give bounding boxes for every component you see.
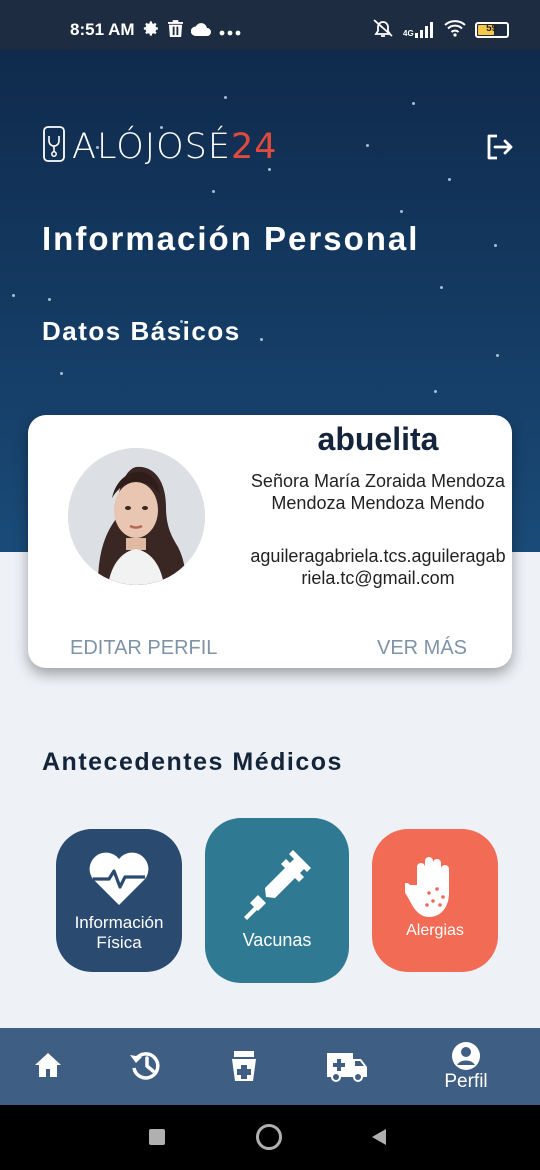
tile-physical-info[interactable]: Información Física bbox=[56, 829, 182, 972]
system-nav-bar bbox=[0, 1105, 540, 1170]
heart-pulse-icon bbox=[56, 851, 182, 907]
home-button[interactable] bbox=[256, 1124, 282, 1150]
back-button[interactable] bbox=[370, 1127, 388, 1151]
profile-card: abuelita Señora María Zoraida Mendoza Me… bbox=[28, 415, 512, 668]
tile-vaccines-label: Vacunas bbox=[242, 930, 312, 950]
edit-profile-button[interactable]: EDITAR PERFIL bbox=[70, 637, 217, 660]
history-icon bbox=[128, 1047, 166, 1083]
status-bar: 8:51 AM 4G 59 bbox=[0, 0, 540, 50]
tile-allergies-label: Alergias bbox=[406, 922, 464, 939]
status-left-icons bbox=[143, 20, 241, 41]
syringe-icon bbox=[205, 848, 349, 920]
logo-number: 24 bbox=[230, 127, 278, 167]
app-logo: ALÓJOSÉ 24 bbox=[42, 126, 278, 168]
section-title-basic-data: Datos Básicos bbox=[42, 316, 241, 346]
tile-allergies[interactable]: Alergias bbox=[372, 829, 498, 972]
section-title-medical-history: Antecedentes Médicos bbox=[42, 748, 343, 776]
more-dots-icon bbox=[219, 21, 241, 40]
avatar bbox=[68, 448, 205, 585]
logout-icon bbox=[484, 134, 514, 166]
network-label: 4G bbox=[403, 29, 414, 38]
profile-full-name: Señora María Zoraida Mendoza Mendoza Men… bbox=[250, 471, 506, 513]
status-time: 8:51 AM bbox=[70, 20, 135, 39]
page-title: Información Personal bbox=[42, 220, 420, 257]
battery-level: 59 bbox=[486, 23, 498, 34]
stethoscope-phone-icon bbox=[42, 126, 66, 168]
cloud-icon bbox=[190, 21, 211, 40]
recents-button[interactable] bbox=[149, 1129, 165, 1145]
bottom-nav: Perfil bbox=[0, 1028, 540, 1105]
status-right-icons: 4G 59 bbox=[372, 18, 509, 42]
nav-item-profile[interactable]: Perfil bbox=[434, 1028, 498, 1105]
see-more-button[interactable]: VER MÁS bbox=[377, 637, 467, 660]
nav-item-history[interactable] bbox=[128, 1028, 166, 1105]
nav-item-prescriptions[interactable] bbox=[228, 1028, 262, 1105]
logout-button[interactable] bbox=[484, 132, 516, 164]
profile-nickname: abuelita bbox=[317, 421, 439, 457]
signal-icon: 4G bbox=[403, 22, 435, 38]
prescription-icon bbox=[228, 1049, 262, 1083]
ambulance-icon bbox=[325, 1049, 371, 1083]
nav-item-profile-label: Perfil bbox=[444, 1071, 488, 1092]
battery-icon: 59 bbox=[474, 22, 509, 38]
nav-item-emergency[interactable] bbox=[325, 1028, 371, 1105]
tile-physical-info-label: Información Física bbox=[74, 913, 164, 952]
wifi-icon bbox=[444, 19, 466, 41]
allergy-hand-icon bbox=[372, 855, 498, 919]
logo-text: ALÓJOSÉ bbox=[72, 127, 231, 167]
settings-icon bbox=[143, 20, 160, 41]
user-circle-icon bbox=[434, 1041, 498, 1071]
profile-email: aguileragabriela.tcs.aguileragabriela.tc… bbox=[250, 546, 506, 588]
nav-item-home[interactable] bbox=[33, 1028, 67, 1105]
tile-vaccines[interactable]: Vacunas bbox=[205, 818, 349, 983]
trash-icon bbox=[168, 20, 183, 41]
home-icon bbox=[33, 1050, 67, 1080]
alarm-off-icon bbox=[372, 18, 394, 42]
